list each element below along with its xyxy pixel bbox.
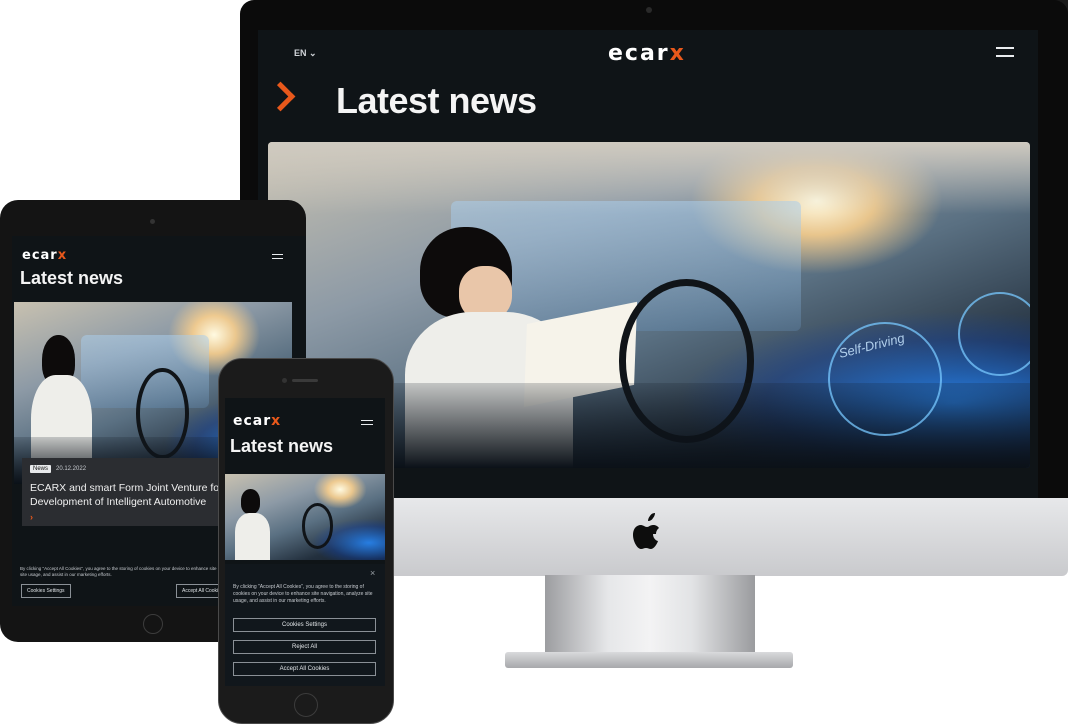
news-title[interactable]: ECARX and smart Form Joint Venture for D…: [30, 481, 230, 509]
news-date: 20.12.2022: [56, 466, 87, 472]
menu-icon[interactable]: [272, 254, 283, 259]
brand-logo[interactable]: ecarx: [233, 412, 281, 430]
chevron-right-icon[interactable]: ›: [30, 512, 33, 522]
chevron-right-icon: [265, 81, 296, 112]
apple-logo-icon: [633, 513, 659, 549]
accept-all-cookies-button[interactable]: Accept All Cookies: [233, 662, 376, 676]
brand-logo[interactable]: ecarx: [22, 246, 67, 264]
camera: [150, 219, 155, 224]
home-button[interactable]: [294, 693, 318, 717]
page-title: Latest news: [336, 80, 537, 121]
menu-icon[interactable]: [361, 420, 373, 425]
brand-logo[interactable]: ecarx: [608, 41, 686, 66]
steering-wheel: [301, 503, 334, 549]
woman-body: [234, 512, 270, 560]
cookie-settings-button[interactable]: Cookies Settings: [233, 618, 376, 632]
news-card[interactable]: News 20.12.2022 ECARX and smart Form Joi…: [22, 458, 228, 526]
woman-hair: [241, 489, 261, 514]
language-selector[interactable]: EN ⌄: [294, 48, 317, 59]
speaker: [292, 379, 318, 382]
cookie-settings-button[interactable]: Cookies Settings: [21, 584, 71, 598]
page-title: Latest news: [20, 268, 124, 288]
news-image: [225, 474, 385, 560]
imac-stand-foot: [505, 652, 793, 668]
phone-screen: ecarx Latest news × By clicking "Accept …: [225, 398, 385, 686]
hud-globe: [958, 292, 1030, 376]
home-button[interactable]: [143, 614, 163, 634]
reject-all-button[interactable]: Reject All: [233, 640, 376, 654]
cookie-text: By clicking "Accept All Cookies", you ag…: [233, 584, 373, 604]
menu-icon[interactable]: [996, 47, 1014, 57]
camera: [282, 378, 287, 383]
camera: [646, 7, 652, 13]
news-tag: News: [30, 465, 52, 473]
close-icon[interactable]: ×: [370, 568, 375, 578]
page-title: Latest news: [230, 436, 334, 456]
cookie-banner: × By clicking "Accept All Cookies", you …: [225, 564, 385, 686]
imac-stand-neck: [545, 575, 755, 653]
